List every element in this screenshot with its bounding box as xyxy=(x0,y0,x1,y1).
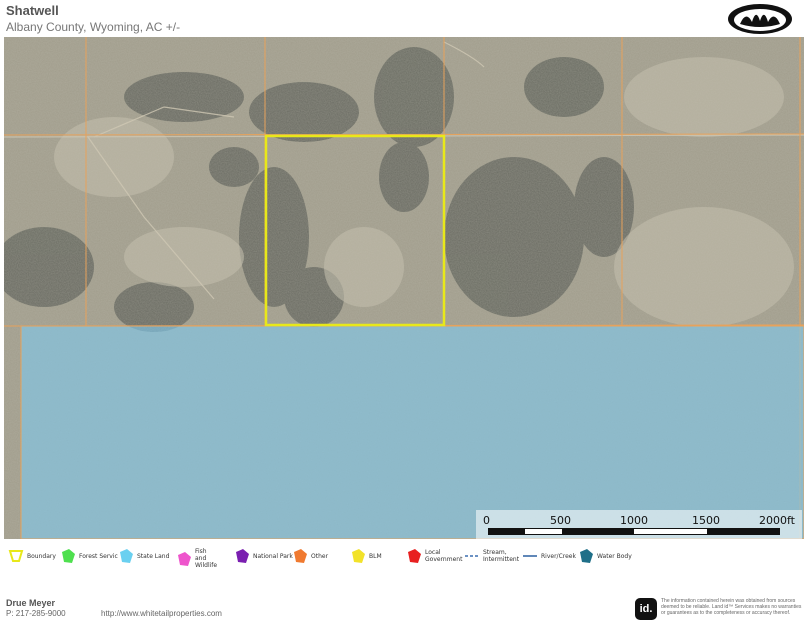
legend-item-blm: BLM xyxy=(350,548,382,564)
land-id-logo: id. xyxy=(635,598,657,620)
agent-phone: P: 217-285-9000 xyxy=(6,609,66,618)
scale-bar-track xyxy=(488,528,780,535)
legend-item-state-land: State Land xyxy=(118,548,169,564)
legend-item-national-park: National Park xyxy=(234,548,293,564)
aerial-map[interactable] xyxy=(4,37,804,539)
stream-icon xyxy=(465,555,479,557)
legend-item-river: River/Creek xyxy=(522,548,576,564)
scale-label-1500: 1500 xyxy=(692,514,720,527)
scale-label-500: 500 xyxy=(550,514,571,527)
scale-label-0: 0 xyxy=(483,514,490,527)
legend-item-water-body: Water Body xyxy=(578,548,632,564)
fish-wildlife-icon xyxy=(178,551,191,566)
legend-item-other: Other xyxy=(292,548,328,564)
scale-label-1000: 1000 xyxy=(620,514,648,527)
state-land-icon xyxy=(120,549,133,563)
whitetail-logo xyxy=(728,4,792,34)
legend-item-forest-service: Forest Servic xyxy=(60,548,118,564)
boundary-icon xyxy=(8,550,24,562)
legend-item-boundary: Boundary xyxy=(8,548,56,564)
scale-label-2000: 2000ft xyxy=(759,514,795,527)
website-link[interactable]: http://www.whitetailproperties.com xyxy=(101,609,222,618)
scale-bar: 0 500 1000 1500 2000ft xyxy=(476,510,802,540)
disclaimer-text: The information contained herein was obt… xyxy=(661,598,802,616)
river-icon xyxy=(523,555,537,557)
legend-item-stream: Stream, Intermittent xyxy=(464,548,519,564)
legend-item-fish-wildlife: Fish and Wildlife xyxy=(176,548,219,569)
legend-item-local-government: Local Government xyxy=(406,548,462,564)
map-title: Shatwell xyxy=(6,3,59,18)
national-park-icon xyxy=(236,549,249,563)
map-subtitle: Albany County, Wyoming, AC +/- xyxy=(6,20,181,34)
water-body-icon xyxy=(580,549,593,563)
forest-service-icon xyxy=(62,549,75,563)
blm-icon xyxy=(352,549,365,563)
agent-name: Drue Meyer xyxy=(6,598,56,608)
local-government-icon xyxy=(408,549,421,563)
state-land-overlay xyxy=(20,325,804,539)
other-icon xyxy=(294,549,307,563)
map-legend: Boundary Forest Servic State Land Fish a… xyxy=(4,544,804,572)
